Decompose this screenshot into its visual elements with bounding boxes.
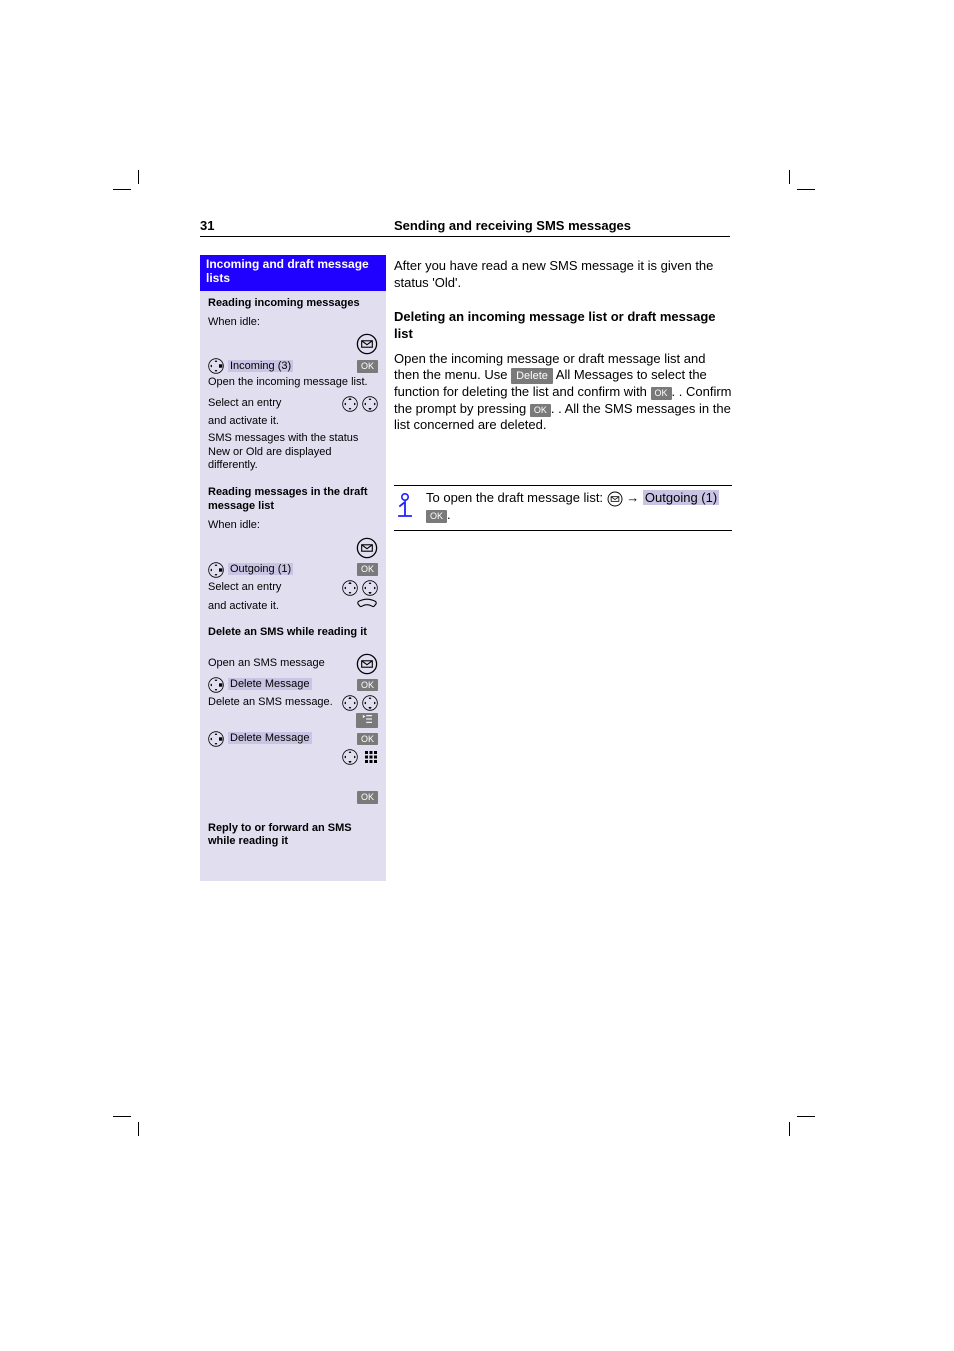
ok-button: OK [530,404,551,417]
sidebar-section-reply: Open an SMS message Delete Message OK De… [200,647,386,857]
dialpad-icon [364,750,378,764]
dpad-right-icon [208,358,224,374]
ok-button: OK [357,360,378,373]
info-icon [394,492,416,520]
menu-item: Incoming (3) [228,360,293,372]
envelope-icon [356,333,378,355]
dpad-down-icon [362,695,378,711]
dpad-down-icon [362,580,378,596]
open-sms-label: Open an SMS message [208,657,352,670]
step-desc: Open the incoming message list. [208,376,378,389]
section-heading: Delete an SMS while reading it [208,626,378,639]
crop-mark [789,1116,815,1136]
note-box: To open the draft message list: → Outgoi… [394,485,732,531]
dpad-down-icon [342,749,358,765]
menu-item: Delete Message [228,678,312,690]
sidebar-title: Incoming and draft message lists [200,255,386,291]
note-text: SMS messages with the status New or Old … [208,432,378,472]
menu-item: Delete Message [228,732,312,744]
section-intro: When idle: [208,519,378,532]
call-end-icon [356,598,378,616]
section-intro: When idle: [208,316,378,329]
ok-button: OK [357,791,378,804]
paragraph: Open the incoming message or draft messa… [394,351,732,435]
ok-button: OK [357,733,378,746]
envelope-icon [607,491,623,507]
menu-item: Outgoing (1) [228,563,293,575]
dpad-right-icon [208,677,224,693]
dpad-up-icon [342,396,358,412]
step-desc: Delete an SMS message. [208,696,338,709]
delete-pill: Delete [511,368,553,384]
paragraph: After you have read a new SMS message it… [394,258,732,291]
menu-item: Outgoing (1) [643,490,719,505]
step-tail: and activate it. [208,415,378,428]
sidebar-section-reading-incoming: Reading incoming messages When idle: Inc… [200,291,386,481]
ok-button: OK [426,510,447,523]
ok-button: OK [357,563,378,576]
section-heading: Reading messages in the draft message li… [208,486,378,513]
envelope-icon [356,653,378,675]
main-content: After you have read a new SMS message it… [394,258,732,442]
crop-mark [113,170,139,190]
note-content: To open the draft message list: → Outgoi… [426,490,732,524]
dpad-right-icon [208,562,224,578]
ok-button: OK [651,387,672,400]
envelope-icon [356,537,378,559]
step-lead: Select an entry [208,397,338,410]
crop-mark [113,1116,139,1136]
step-lead: Select an entry [208,581,338,594]
section-heading: Reading incoming messages [208,297,378,310]
subsection-heading: Deleting an incoming message list or dra… [394,309,732,342]
sidebar-section-draft: Reading messages in the draft message li… [200,480,386,647]
dpad-down-icon [362,396,378,412]
dpad-up-icon [342,580,358,596]
dpad-up-icon [342,695,358,711]
crop-mark [789,170,815,190]
options-menu-icon [356,713,378,728]
sidebar: Incoming and draft message lists Reading… [200,255,386,881]
step-tail: and activate it. [208,600,352,613]
ok-button: OK [357,679,378,692]
dpad-right-icon [208,731,224,747]
section-heading: Reply to or forward an SMS while reading… [208,822,378,849]
